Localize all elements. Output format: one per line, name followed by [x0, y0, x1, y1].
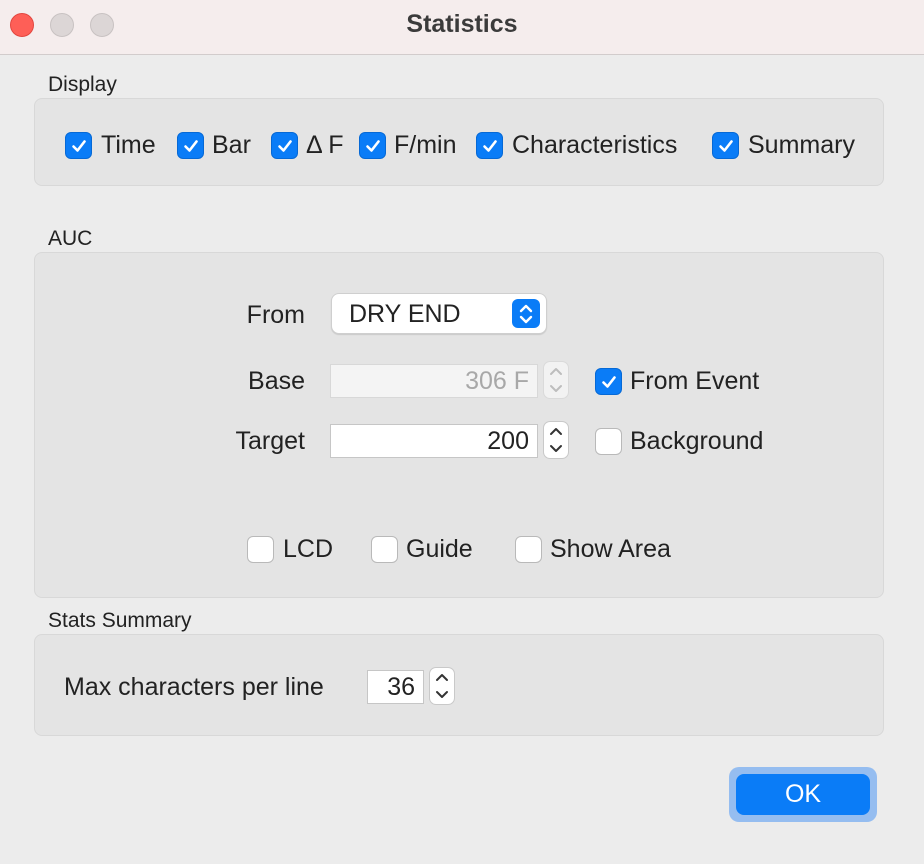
up-down-chevron-icon — [512, 299, 540, 328]
title-bar: Statistics — [0, 0, 924, 55]
chevron-down-icon[interactable] — [430, 686, 454, 704]
delta-f-checkbox[interactable] — [271, 132, 298, 159]
checkmark-icon — [718, 139, 733, 152]
chevron-up-icon[interactable] — [430, 668, 454, 686]
checkmark-icon — [601, 375, 616, 388]
delta-f-label: Δ F — [306, 131, 344, 159]
checkmark-icon — [482, 139, 497, 152]
max-chars-input[interactable]: 36 — [367, 670, 424, 704]
chevron-down-icon[interactable] — [544, 440, 568, 458]
checkmark-icon — [71, 139, 86, 152]
summary-label: Summary — [748, 131, 855, 159]
show-area-label: Show Area — [550, 535, 671, 563]
f-per-min-label: F/min — [394, 131, 457, 159]
from-popup[interactable]: DRY END — [331, 293, 547, 334]
display-section-label: Display — [48, 73, 117, 96]
target-label: Target — [235, 427, 305, 455]
target-stepper[interactable] — [543, 421, 569, 459]
base-label: Base — [248, 367, 305, 395]
from-event-checkbox[interactable] — [595, 368, 622, 395]
guide-label: Guide — [406, 535, 473, 563]
characteristics-label: Characteristics — [512, 131, 678, 159]
max-chars-label: Max characters per line — [64, 673, 324, 701]
base-stepper[interactable] — [543, 361, 569, 399]
characteristics-checkbox[interactable] — [476, 132, 503, 159]
guide-checkbox[interactable] — [371, 536, 398, 563]
background-label: Background — [630, 427, 764, 455]
from-popup-value: DRY END — [349, 300, 461, 328]
window-title: Statistics — [406, 10, 518, 38]
background-checkbox[interactable] — [595, 428, 622, 455]
lcd-checkbox[interactable] — [247, 536, 274, 563]
f-per-min-checkbox[interactable] — [359, 132, 386, 159]
chevron-down-icon — [544, 380, 568, 398]
checkmark-icon — [277, 139, 292, 152]
target-input[interactable]: 200 — [330, 424, 538, 458]
max-chars-stepper[interactable] — [429, 667, 455, 705]
time-label: Time — [101, 131, 156, 159]
base-input[interactable]: 306 F — [330, 364, 538, 398]
auc-section-label: AUC — [48, 227, 93, 250]
bar-checkbox[interactable] — [177, 132, 204, 159]
chevron-up-icon[interactable] — [544, 422, 568, 440]
show-area-checkbox[interactable] — [515, 536, 542, 563]
from-label: From — [246, 301, 305, 329]
lcd-label: LCD — [283, 535, 334, 563]
checkmark-icon — [365, 139, 380, 152]
ok-button[interactable]: OK — [736, 774, 870, 815]
time-checkbox[interactable] — [65, 132, 92, 159]
from-event-label: From Event — [630, 367, 760, 395]
bar-label: Bar — [212, 131, 251, 159]
summary-checkbox[interactable] — [712, 132, 739, 159]
stats-summary-section-label: Stats Summary — [48, 609, 192, 632]
chevron-up-icon — [544, 362, 568, 380]
checkmark-icon — [183, 139, 198, 152]
